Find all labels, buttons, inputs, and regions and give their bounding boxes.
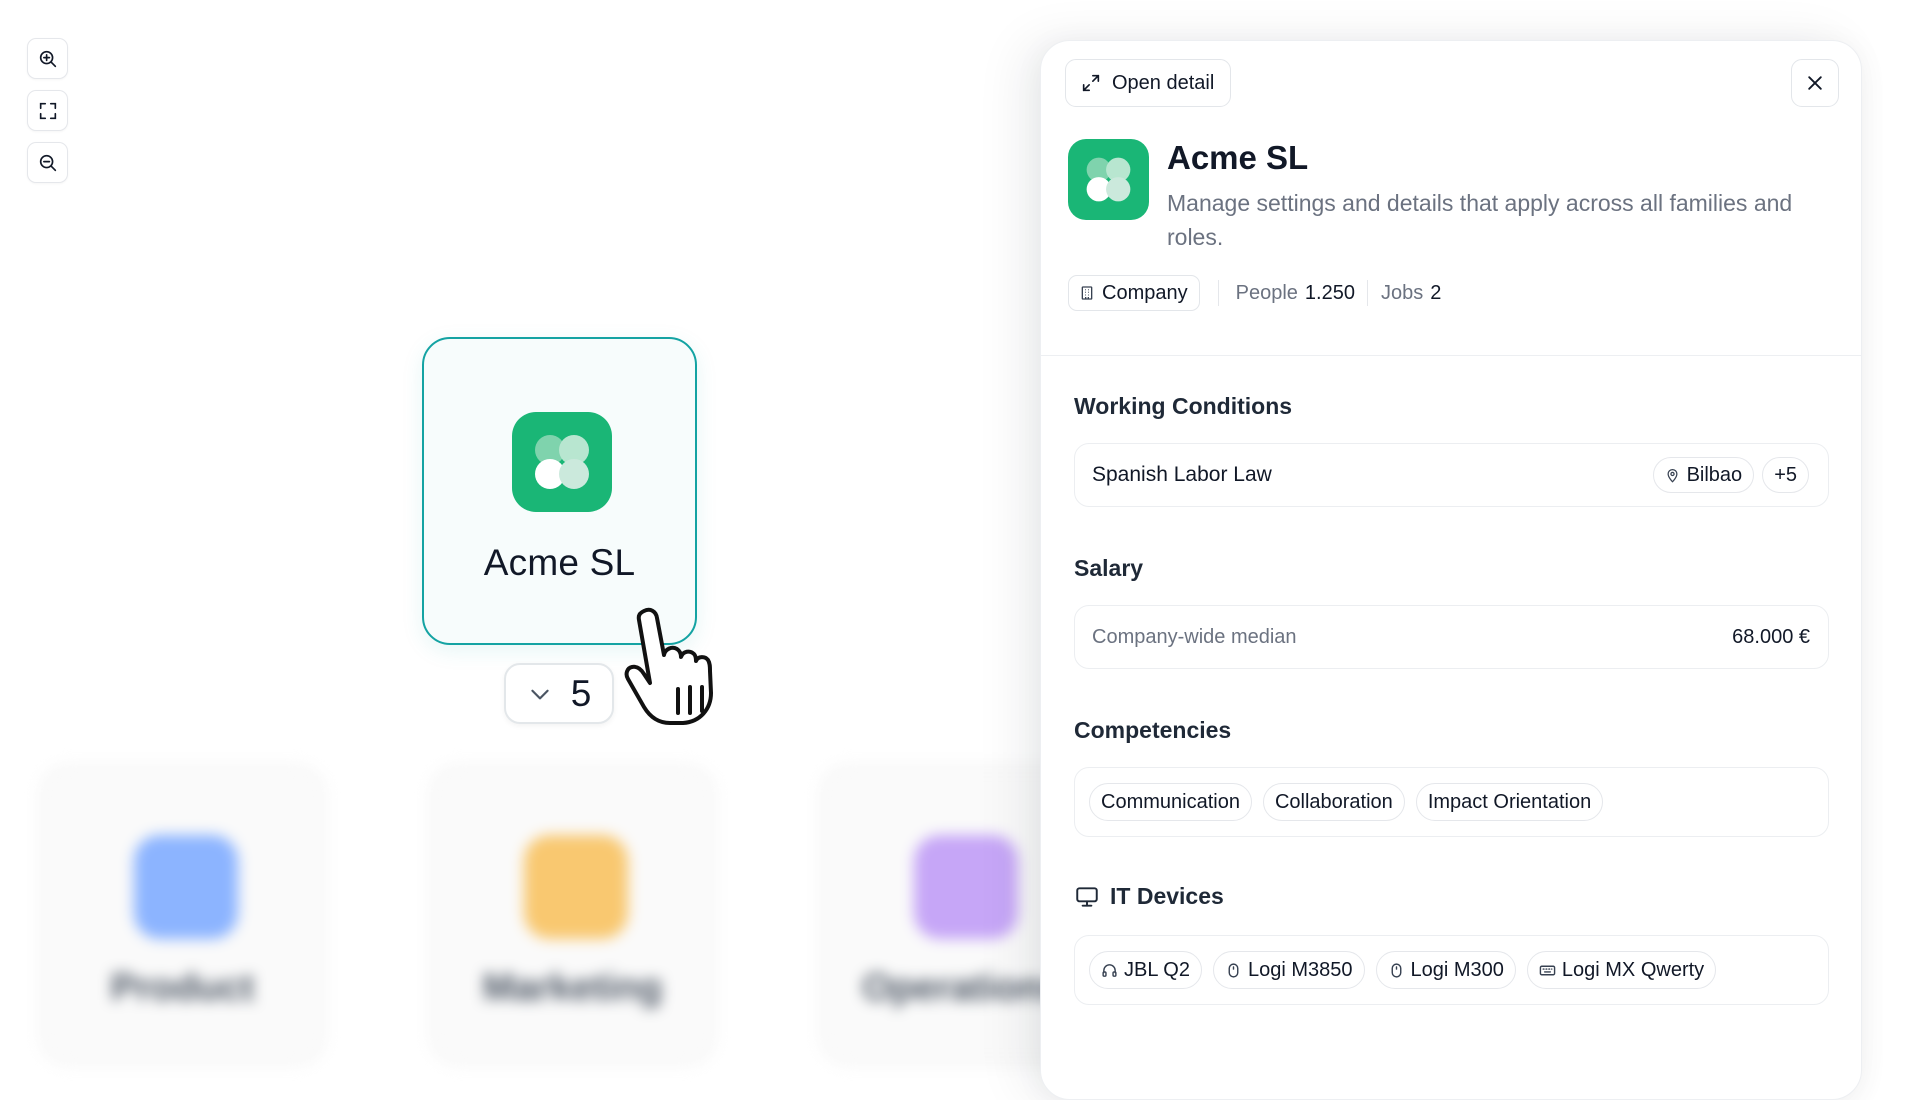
divider <box>1366 280 1368 306</box>
expand-children-button[interactable]: 5 <box>504 663 614 724</box>
more-locations-pill[interactable]: +5 <box>1762 457 1809 493</box>
tag-label: Collaboration <box>1274 790 1393 813</box>
clover-logo-icon <box>1068 139 1149 220</box>
section-title-text: Competencies <box>1074 717 1232 743</box>
marketing-logo <box>524 835 628 939</box>
zoom-out-icon <box>39 154 56 171</box>
monitor-icon <box>1076 886 1098 907</box>
clover-logo-icon <box>512 412 612 512</box>
tag-label: Logi M3850 <box>1247 958 1353 981</box>
tag-label: Communication <box>1101 790 1240 813</box>
zoom-in-icon <box>39 50 56 67</box>
people-label: People <box>1235 281 1298 304</box>
section-title-text: IT Devices <box>1110 883 1224 909</box>
jobs-value: 2 <box>1430 281 1442 304</box>
location-label: Bilbao <box>1686 463 1743 486</box>
child-count: 5 <box>570 672 592 714</box>
salary-title: Salary <box>1074 555 1143 582</box>
org-node-product[interactable]: Product <box>40 765 325 1065</box>
type-label: Company <box>1102 281 1188 304</box>
zoom-controls <box>27 38 68 183</box>
tag-label: JBL Q2 <box>1124 958 1190 981</box>
working-conditions-title: Working Conditions <box>1074 393 1292 420</box>
building-icon <box>1081 286 1093 300</box>
type-badge: Company <box>1068 275 1200 311</box>
divider <box>1041 355 1861 356</box>
jobs-count: Jobs 2 <box>1381 282 1441 305</box>
device-tag[interactable]: JBL Q2 <box>1089 951 1202 989</box>
fit-view-icon <box>39 102 56 119</box>
org-node-label: Product <box>110 967 255 1009</box>
headphones-icon <box>1102 963 1117 977</box>
it-devices-title: IT Devices <box>1074 883 1224 910</box>
section-title-text: Salary <box>1074 555 1144 581</box>
keyboard-icon <box>1539 965 1556 975</box>
panel-description: Manage settings and details that apply a… <box>1167 190 1793 250</box>
chevron-down-icon <box>531 689 549 699</box>
org-node-marketing[interactable]: Marketing <box>430 765 715 1065</box>
open-detail-button[interactable]: Open detail <box>1065 59 1232 107</box>
operations-logo <box>914 835 1018 939</box>
device-tag[interactable]: Logi MX Qwerty <box>1526 951 1717 989</box>
it-devices-list: JBL Q2 Logi M3850 Logi M300 Logi MX Qwer… <box>1074 935 1829 1005</box>
working-conditions-row[interactable]: Spanish Labor Law Bilbao +5 <box>1074 443 1829 507</box>
more-count: +5 <box>1774 463 1797 486</box>
meta-row: Company People 1.250 Jobs 2 <box>1068 275 1441 311</box>
salary-label: Company-wide median <box>1092 625 1297 648</box>
salary-value: 68.000 € <box>1732 625 1810 648</box>
section-title-text: Working Conditions <box>1074 393 1293 419</box>
divider <box>1217 280 1219 306</box>
hand-pointer-icon <box>624 607 713 725</box>
expand-arrows-icon <box>1082 74 1100 92</box>
org-node-title: Acme SL <box>483 542 636 583</box>
product-logo <box>134 835 238 939</box>
competency-tag[interactable]: Collaboration <box>1262 783 1405 821</box>
labor-law: Spanish Labor Law <box>1092 463 1272 486</box>
org-node-label: Marketing <box>482 967 663 1009</box>
competency-tag[interactable]: Communication <box>1089 783 1252 821</box>
people-count: People 1.250 <box>1236 282 1355 305</box>
close-icon <box>1808 76 1822 90</box>
salary-row: Company-wide median 68.000 € <box>1074 605 1829 669</box>
location-pill[interactable]: Bilbao <box>1652 457 1755 493</box>
zoom-in-button[interactable] <box>27 38 68 79</box>
device-tag[interactable]: Logi M300 <box>1375 951 1516 989</box>
location-pills: Bilbao +5 <box>1652 457 1809 493</box>
tag-label: Impact Orientation <box>1427 790 1592 813</box>
device-tag[interactable]: Logi M3850 <box>1212 951 1365 989</box>
org-node-acme[interactable]: Acme SL <box>422 337 697 645</box>
competency-tag[interactable]: Impact Orientation <box>1415 783 1604 821</box>
competencies-list: Communication Collaboration Impact Orien… <box>1074 767 1829 837</box>
mouse-icon <box>1391 962 1401 978</box>
people-value: 1.250 <box>1304 281 1355 304</box>
zoom-out-button[interactable] <box>27 142 68 183</box>
close-panel-button[interactable] <box>1791 59 1839 107</box>
mouse-icon <box>1228 962 1239 978</box>
tag-label: Logi MX Qwerty <box>1561 958 1705 981</box>
competencies-title: Competencies <box>1074 717 1231 744</box>
open-detail-label: Open detail <box>1112 71 1215 94</box>
detail-panel: Open detail Acme SL Manage settings and … <box>1040 40 1862 1100</box>
jobs-label: Jobs <box>1380 281 1424 304</box>
panel-title: Acme SL <box>1167 139 1309 176</box>
tag-label: Logi M300 <box>1410 958 1504 981</box>
fit-view-button[interactable] <box>27 90 68 131</box>
map-pin-icon <box>1667 468 1678 483</box>
